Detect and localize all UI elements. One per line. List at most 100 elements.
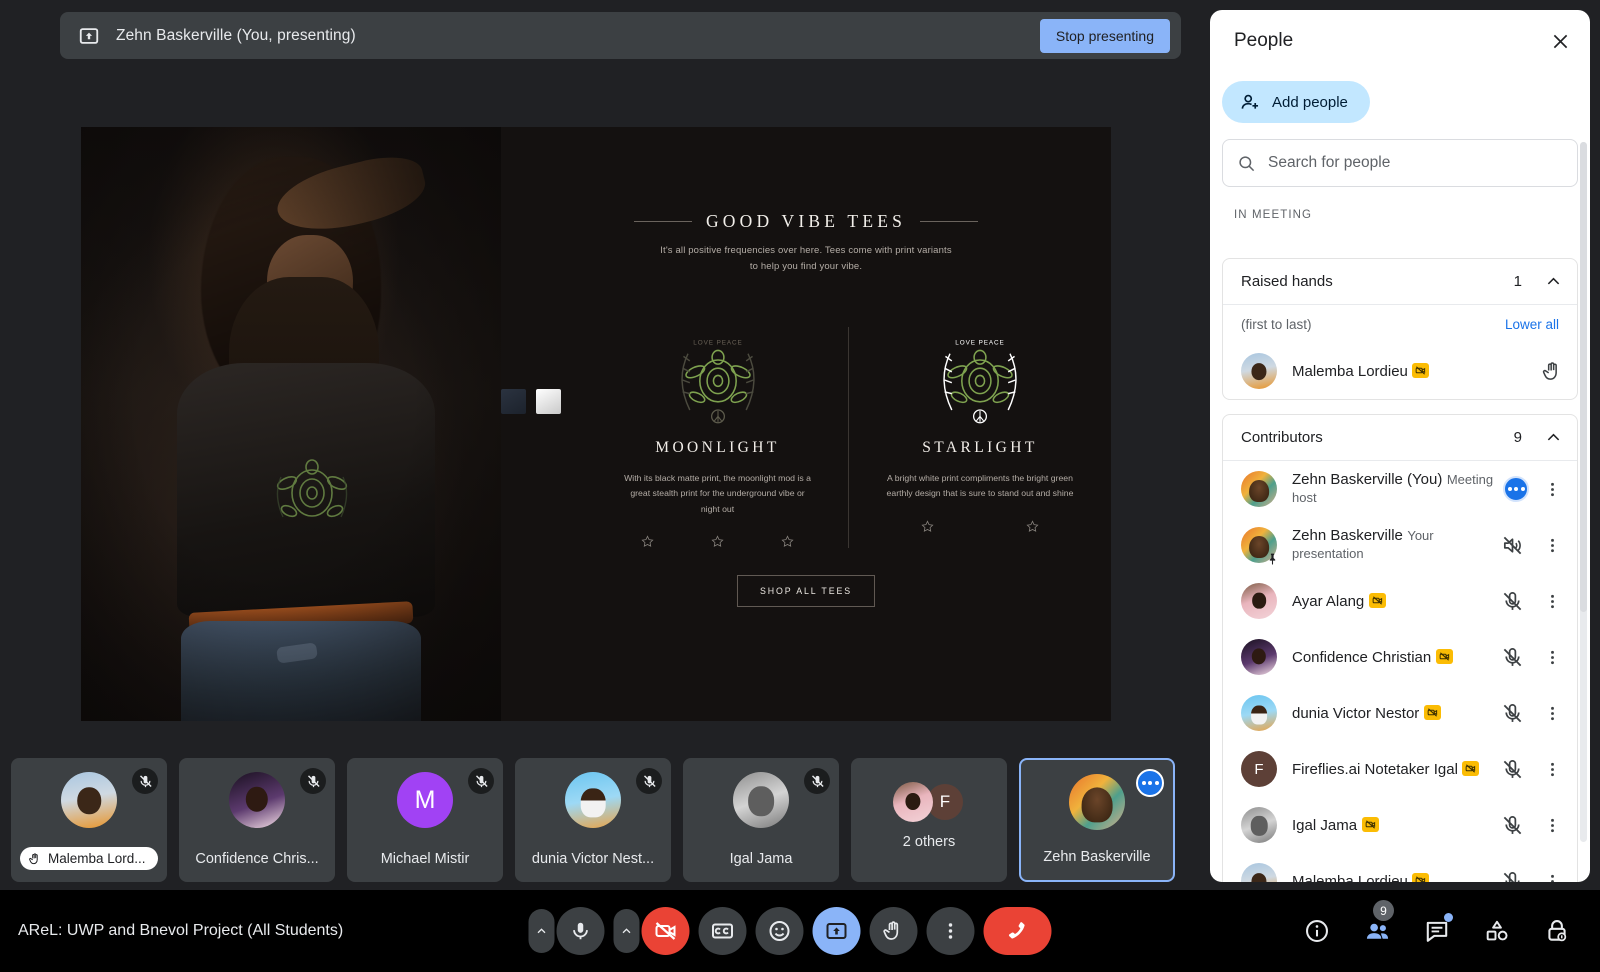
scrollbar-thumb[interactable] xyxy=(1580,142,1587,612)
stop-presenting-button[interactable]: Stop presenting xyxy=(1039,18,1170,53)
avatar xyxy=(1241,639,1277,675)
star-icon xyxy=(781,535,794,548)
raise-hand-button[interactable] xyxy=(869,907,918,955)
shop-all-tees-button[interactable]: SHOP ALL TEES xyxy=(736,575,876,607)
mic-off-icon[interactable] xyxy=(1495,752,1529,786)
no-camera-icon xyxy=(1361,816,1379,832)
google-meet-window: Zehn Baskerville (You, presenting) Stop … xyxy=(0,0,1600,972)
star-icon xyxy=(921,520,934,532)
lower-all-button[interactable]: Lower all xyxy=(1505,317,1559,332)
svg-text:LOVE PEACE: LOVE PEACE xyxy=(693,340,742,347)
camera-button[interactable] xyxy=(641,907,690,955)
starlight-star-rating[interactable] xyxy=(861,520,1099,533)
reactions-button[interactable] xyxy=(755,907,804,955)
navy-swatch[interactable] xyxy=(501,389,526,414)
search-input[interactable] xyxy=(1268,154,1563,172)
avatar: F xyxy=(1241,751,1277,787)
speaking-dots-icon xyxy=(1503,476,1529,502)
mic-off-icon[interactable] xyxy=(1495,864,1529,882)
brand-subtitle: It's all positive frequencies over here.… xyxy=(660,245,952,273)
people-count-badge: 9 xyxy=(1373,900,1394,921)
more-vertical-icon[interactable] xyxy=(1535,528,1569,562)
add-people-button[interactable]: Add people xyxy=(1222,81,1370,123)
chevron-up-icon[interactable] xyxy=(1544,272,1563,291)
participant-name: Zehn Baskerville xyxy=(1292,526,1403,544)
activities-button[interactable] xyxy=(1480,914,1514,948)
more-vertical-icon[interactable] xyxy=(1535,808,1569,842)
star-icon xyxy=(641,535,654,548)
presenting-banner: Zehn Baskerville (You, presenting) Stop … xyxy=(60,12,1181,59)
moonlight-star-rating[interactable] xyxy=(599,535,836,548)
more-vertical-icon[interactable] xyxy=(1535,472,1569,506)
shared-screen-content[interactable]: GOOD VIBE TEES It's all positive frequen… xyxy=(81,127,1111,721)
raised-hand-icon xyxy=(29,852,38,864)
more-vertical-icon[interactable] xyxy=(1535,584,1569,618)
participant-tile-dunia[interactable]: dunia Victor Nest... xyxy=(515,758,671,882)
brand-header: GOOD VIBE TEES It's all positive frequen… xyxy=(501,211,1111,276)
color-swatch-group[interactable] xyxy=(501,389,561,414)
white-swatch[interactable] xyxy=(536,389,561,414)
participant-tile-igal[interactable]: Igal Jama xyxy=(683,758,839,882)
raised-hands-header[interactable]: Raised hands 1 xyxy=(1223,259,1577,305)
participant-tile-overflow[interactable]: F 2 others xyxy=(851,758,1007,882)
more-vertical-icon[interactable] xyxy=(1535,752,1569,786)
avatar xyxy=(1241,807,1277,843)
more-options-button[interactable] xyxy=(926,907,975,955)
more-vertical-icon[interactable] xyxy=(1535,864,1569,882)
participant-name: Zehn Baskerville (You) xyxy=(1292,470,1443,488)
captions-button[interactable] xyxy=(698,907,747,955)
leave-call-button[interactable] xyxy=(983,907,1052,955)
meeting-controls xyxy=(528,907,1052,955)
camera-options-chevron[interactable] xyxy=(613,909,640,953)
search-box[interactable] xyxy=(1222,139,1578,187)
people-button[interactable]: 9 xyxy=(1360,900,1394,948)
no-camera-icon xyxy=(1462,760,1480,776)
participant-tile-self[interactable]: Zehn Baskerville xyxy=(1019,758,1175,882)
people-panel: People Add people IN MEETING Raised hand… xyxy=(1210,10,1590,882)
avatar: M xyxy=(397,772,453,828)
list-item[interactable]: Confidence Christian xyxy=(1223,629,1577,685)
people-panel-scrollbar[interactable] xyxy=(1580,142,1587,842)
chevron-up-icon[interactable] xyxy=(1544,428,1563,447)
contributors-group: Contributors 9 Zehn Baskerville (You) Me… xyxy=(1222,414,1578,882)
chat-button[interactable] xyxy=(1420,913,1454,948)
participant-tile-confidence[interactable]: Confidence Chris... xyxy=(179,758,335,882)
mic-off-icon[interactable] xyxy=(1495,640,1529,674)
more-vertical-icon[interactable] xyxy=(1535,696,1569,730)
list-item[interactable]: Igal Jama xyxy=(1223,797,1577,853)
list-item[interactable]: Malemba Lordieu xyxy=(1223,343,1577,399)
present-now-button[interactable] xyxy=(812,907,861,955)
product-columns: LOVE PEACE MOONLIGHT With its black matt… xyxy=(587,327,1111,549)
list-item[interactable]: dunia Victor Nestor xyxy=(1223,685,1577,741)
participant-tile-malemba[interactable]: Malemba Lord... xyxy=(11,758,167,882)
product-description: A bright white print compliments the bri… xyxy=(886,473,1074,499)
list-item[interactable]: Zehn Baskerville (You) Meeting host xyxy=(1223,461,1577,517)
list-item[interactable]: Malemba Lordieu xyxy=(1223,853,1577,882)
participant-name: Confidence Chris... xyxy=(195,851,319,867)
svg-text:LOVE PEACE: LOVE PEACE xyxy=(955,340,1004,347)
more-vertical-icon[interactable] xyxy=(1535,640,1569,674)
host-controls-button[interactable] xyxy=(1540,914,1574,948)
contributors-header[interactable]: Contributors 9 xyxy=(1223,415,1577,461)
people-list-scroll-area[interactable]: Raised hands 1 (first to last) Lower all… xyxy=(1210,258,1590,882)
meeting-details-button[interactable] xyxy=(1300,914,1334,948)
list-item[interactable]: Zehn Baskerville Your presentation xyxy=(1223,517,1577,573)
microphone-button[interactable] xyxy=(556,907,605,955)
no-camera-icon xyxy=(1368,592,1386,608)
product-name: STARLIGHT xyxy=(922,439,1038,456)
list-item[interactable]: F Fireflies.ai Notetaker Igal xyxy=(1223,741,1577,797)
mic-options-chevron[interactable] xyxy=(528,909,555,953)
speaking-dots-icon xyxy=(1136,769,1164,797)
raised-hand-icon[interactable] xyxy=(1535,354,1569,388)
speaker-off-icon[interactable] xyxy=(1495,528,1529,562)
brand-title: GOOD VIBE TEES xyxy=(705,211,907,231)
close-icon[interactable] xyxy=(1540,21,1580,61)
mic-off-icon[interactable] xyxy=(1495,584,1529,618)
mic-off-icon[interactable] xyxy=(1495,696,1529,730)
mic-off-icon[interactable] xyxy=(1495,808,1529,842)
raised-hands-subheader: (first to last) Lower all xyxy=(1223,305,1577,343)
meeting-stage: Zehn Baskerville (You, presenting) Stop … xyxy=(0,0,1196,890)
list-item[interactable]: Ayar Alang xyxy=(1223,573,1577,629)
order-note: (first to last) xyxy=(1241,316,1312,332)
participant-tile-michael[interactable]: M Michael Mistir xyxy=(347,758,503,882)
